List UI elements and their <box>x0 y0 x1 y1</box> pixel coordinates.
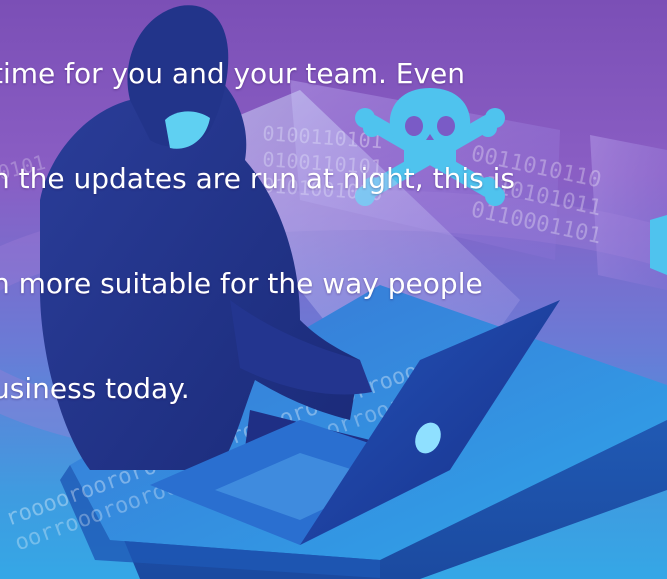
caption-line: n more suitable for the way people <box>0 267 483 300</box>
shield-fragment-icon <box>650 215 667 275</box>
caption-line: n the updates are run at night, this is <box>0 162 515 195</box>
caption-text: time for you and your team. Even n the u… <box>0 0 592 441</box>
caption-line: usiness today. <box>0 372 190 405</box>
caption-line: time for you and your team. Even <box>0 57 466 90</box>
